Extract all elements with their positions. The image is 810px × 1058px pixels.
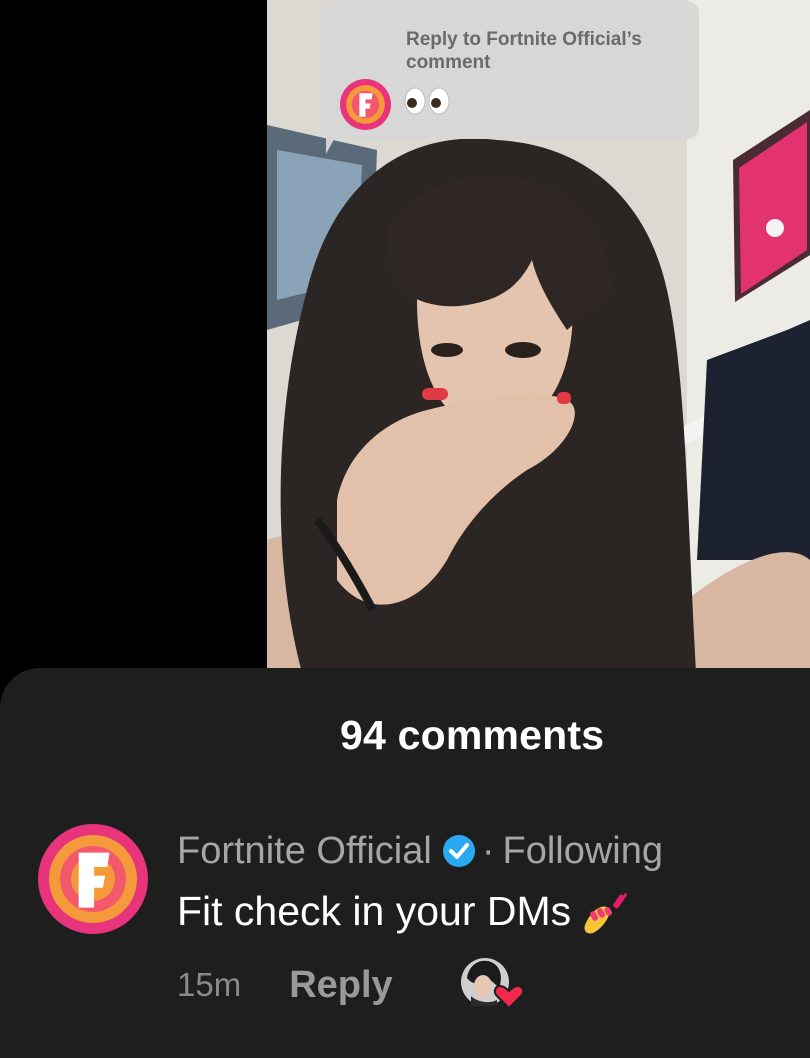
comments-count: 94 comments xyxy=(340,712,605,758)
reply-bubble-line1: Reply to Fortnite Official’s xyxy=(406,29,642,50)
comment-body: Fit check in your DMs xyxy=(177,885,633,937)
reply-bubble-heading: Reply to Fortnite Official’s comment xyxy=(406,28,696,74)
reply-bubble-line2: comment xyxy=(406,52,491,73)
author-separator: · xyxy=(481,829,495,872)
nail-polish-emoji xyxy=(581,885,633,937)
comment-text: Fit check in your DMs xyxy=(177,887,572,934)
comment-meta-row: 15m Reply xyxy=(177,960,393,1010)
following-status: Following xyxy=(502,829,664,872)
creator-liked-heart-icon xyxy=(459,956,525,1010)
eyes-emoji xyxy=(404,87,450,115)
comment-author-row: Fortnite Official · Following xyxy=(177,826,663,876)
verified-badge-icon xyxy=(442,834,476,868)
comment-timestamp: 15m xyxy=(177,966,242,1003)
video-screen: Reply to Fortnite Official’s comment 94 … xyxy=(0,0,810,1058)
fortnite-avatar[interactable] xyxy=(38,824,148,934)
reply-button[interactable]: Reply xyxy=(289,964,392,1007)
fortnite-avatar-small xyxy=(340,79,391,130)
reply-bubble-tail xyxy=(326,132,356,154)
comment-author-name[interactable]: Fortnite Official xyxy=(177,830,432,873)
